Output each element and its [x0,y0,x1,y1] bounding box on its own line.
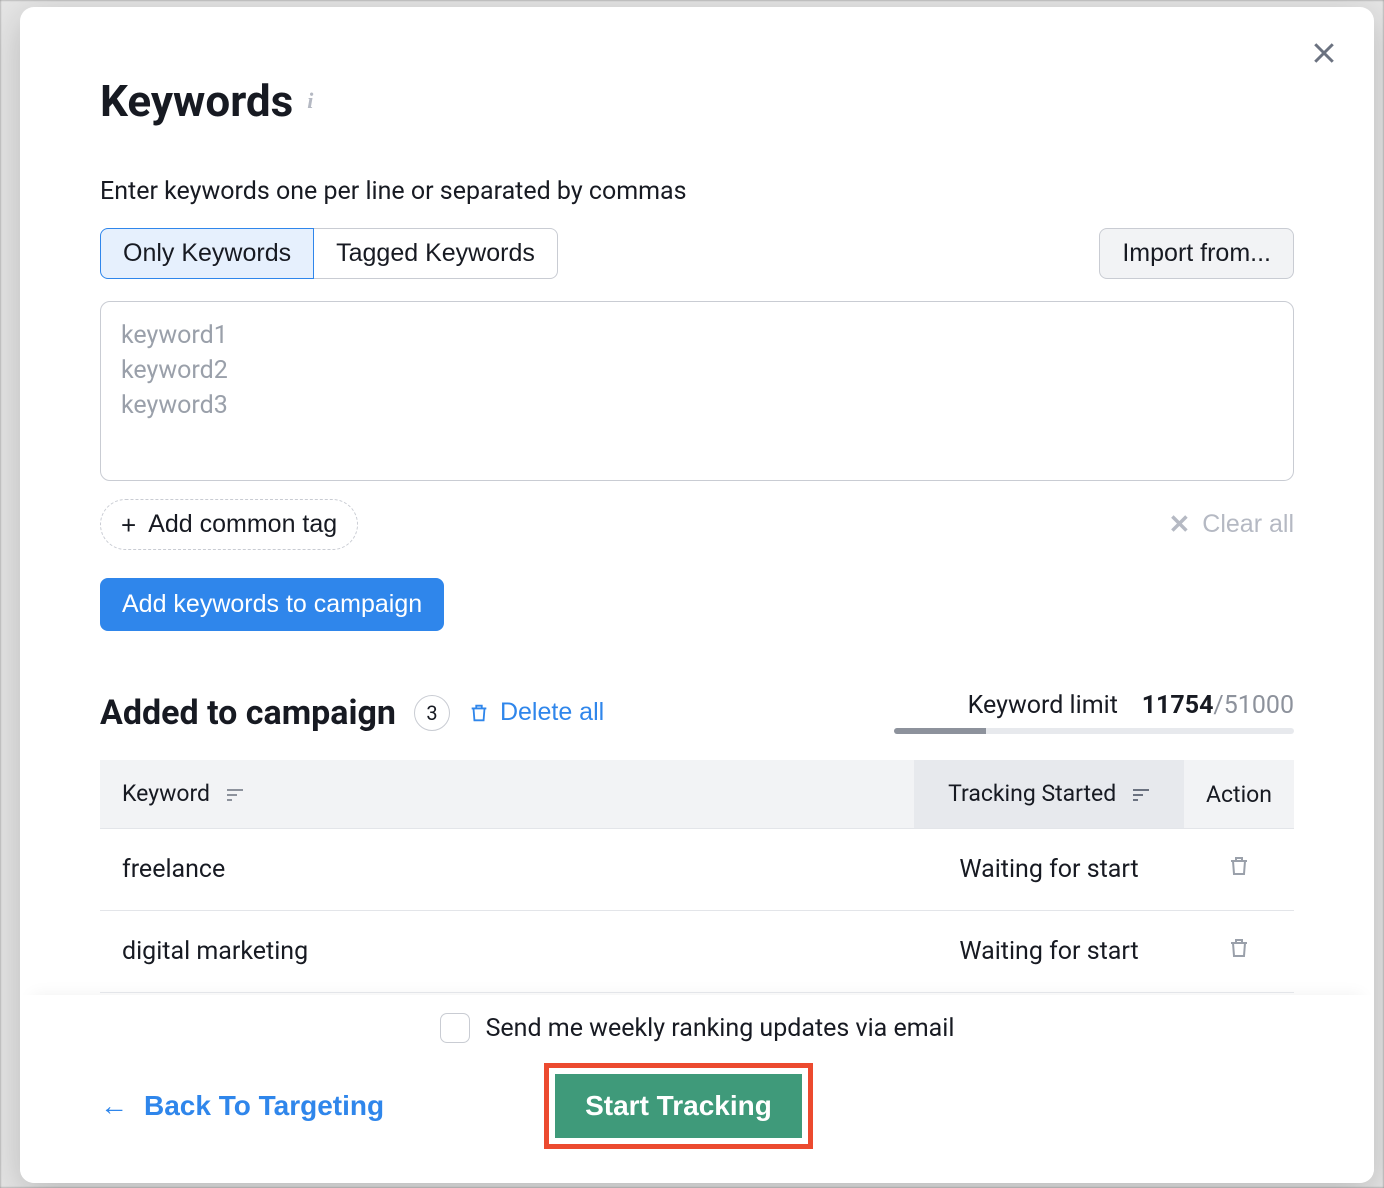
campaign-header: Added to campaign 3 Delete all Keyword l… [100,691,1294,734]
back-label: Back To Targeting [144,1090,384,1122]
cell-tracking: Waiting for start [914,911,1184,993]
add-keywords-button[interactable]: Add keywords to campaign [100,578,444,631]
campaign-title: Added to campaign [100,693,396,733]
start-tracking-highlight: Start Tracking [544,1063,813,1149]
keyword-limit-bar-fill [894,728,986,734]
modal-title-row: Keywords i [100,75,1294,127]
col-tracking-started[interactable]: Tracking Started [914,760,1184,829]
row-delete-button[interactable] [1227,853,1251,882]
cell-keyword: freelance [100,829,914,911]
modal-title: Keywords [100,75,293,127]
keyword-limit-block: Keyword limit 11754/51000 [894,691,1294,734]
modal-body: Keywords i Enter keywords one per line o… [20,7,1374,995]
trash-icon [1227,853,1251,879]
trash-icon [468,701,490,725]
clear-all-button[interactable]: ✕ Clear all [1169,509,1295,540]
tab-tagged-keywords[interactable]: Tagged Keywords [314,228,558,279]
modal-footer: Send me weekly ranking updates via email… [20,995,1374,1183]
sort-icon [1132,781,1150,808]
clear-icon: ✕ [1169,509,1191,540]
tag-row: + Add common tag ✕ Clear all [100,499,1294,550]
email-updates-checkbox[interactable] [440,1013,470,1043]
cell-keyword: digital marketing [100,911,914,993]
col-tracking-label: Tracking Started [948,780,1116,807]
keywords-table: Keyword Tracking Started Action [100,760,1294,993]
sort-icon [226,781,244,808]
row-delete-button[interactable] [1227,935,1251,964]
col-action-label: Action [1206,781,1272,808]
table-row: digital marketing Waiting for start [100,911,1294,993]
keyword-limit-label: Keyword limit [968,691,1118,720]
back-to-targeting-button[interactable]: ← Back To Targeting [100,1090,384,1122]
info-icon[interactable]: i [307,88,313,114]
keyword-mode-segment: Only Keywords Tagged Keywords [100,228,558,279]
col-action: Action [1184,760,1294,829]
campaign-header-left: Added to campaign 3 Delete all [100,693,604,733]
keywords-textarea[interactable] [100,301,1294,481]
keyword-limit-bar [894,728,1294,734]
start-tracking-button[interactable]: Start Tracking [555,1074,802,1138]
modal-subtitle: Enter keywords one per line or separated… [100,177,1294,206]
tab-only-keywords[interactable]: Only Keywords [100,228,314,279]
tab-row: Only Keywords Tagged Keywords Import fro… [100,228,1294,279]
delete-all-label: Delete all [500,698,604,727]
plus-icon: + [121,512,136,538]
add-common-tag-button[interactable]: + Add common tag [100,499,358,550]
keywords-modal: Keywords i Enter keywords one per line o… [20,7,1374,1183]
email-opt-in-row: Send me weekly ranking updates via email [100,1013,1294,1043]
import-from-button[interactable]: Import from... [1099,228,1294,279]
campaign-count-badge: 3 [414,695,450,731]
col-keyword[interactable]: Keyword [100,760,914,829]
table-row: freelance Waiting for start [100,829,1294,911]
keyword-limit-total: /51000 [1213,691,1294,720]
add-common-tag-label: Add common tag [148,510,337,539]
cell-tracking: Waiting for start [914,829,1184,911]
email-updates-label: Send me weekly ranking updates via email [486,1014,955,1043]
keyword-limit-used: 11754 [1142,691,1214,720]
delete-all-button[interactable]: Delete all [468,698,604,727]
clear-all-label: Clear all [1202,510,1294,539]
arrow-left-icon: ← [100,1090,128,1122]
footer-actions: ← Back To Targeting Start Tracking [100,1063,1294,1149]
trash-icon [1227,935,1251,961]
col-keyword-label: Keyword [122,780,210,807]
